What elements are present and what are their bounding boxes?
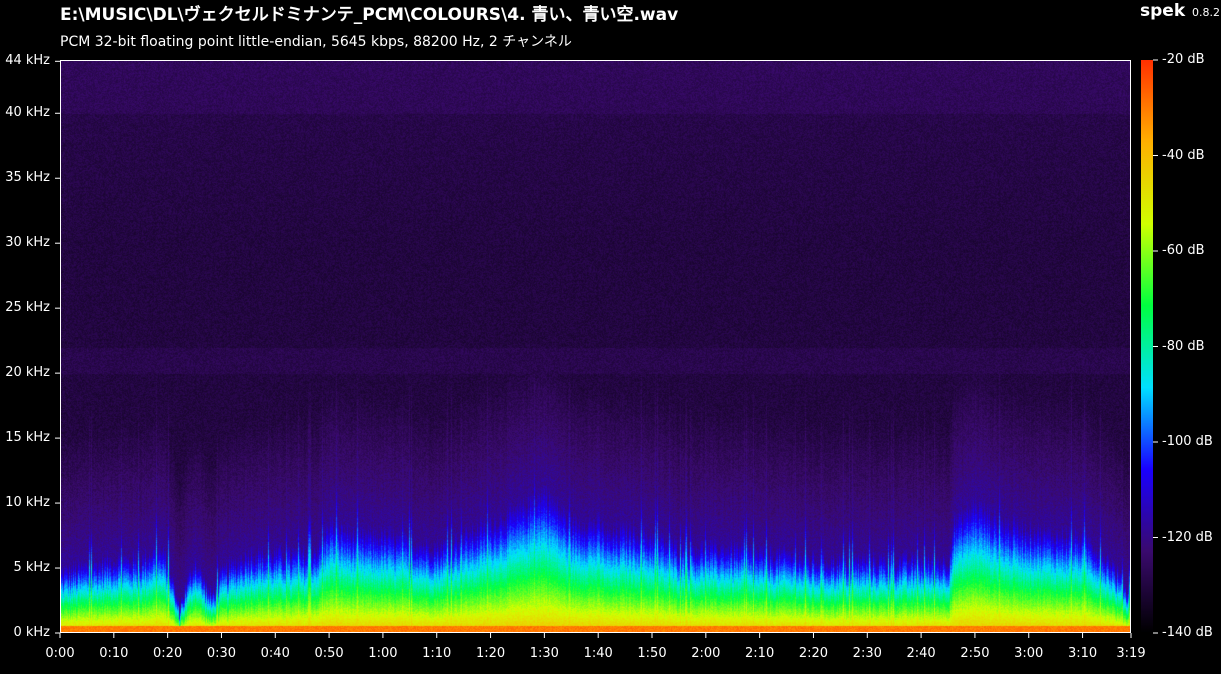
y-tick-label: 25 kHz bbox=[5, 300, 50, 316]
y-tick-label: 30 kHz bbox=[5, 235, 50, 251]
x-tick-label: 0:30 bbox=[206, 646, 237, 661]
x-tick-label: 1:30 bbox=[529, 646, 559, 661]
x-tick-label: 2:30 bbox=[852, 646, 882, 661]
colorbar-tick-label: -100 dB bbox=[1162, 434, 1213, 449]
x-tick-label: 3:00 bbox=[1014, 646, 1044, 661]
x-tick-label: 1:00 bbox=[368, 646, 398, 661]
y-tick-label: 15 kHz bbox=[5, 430, 50, 446]
x-tick-label: 0:00 bbox=[45, 646, 75, 661]
x-tick-label: 3:10 bbox=[1067, 646, 1098, 661]
x-tick-label: 0:40 bbox=[260, 646, 290, 661]
x-tick-label: 1:40 bbox=[583, 646, 613, 661]
y-tick-label: 35 kHz bbox=[5, 170, 50, 186]
colorbar-tick-label: -40 dB bbox=[1162, 147, 1205, 163]
x-tick-label: 2:20 bbox=[798, 646, 829, 661]
y-tick-label: 40 kHz bbox=[5, 105, 50, 121]
x-tick-label: 2:50 bbox=[960, 646, 990, 661]
x-tick-label: 3:19 bbox=[1116, 646, 1146, 661]
x-tick-label: 0:10 bbox=[99, 646, 129, 661]
x-tick-label: 1:50 bbox=[637, 646, 667, 661]
colorbar-tick-label: -120 dB bbox=[1162, 529, 1213, 545]
y-tick-label: 20 kHz bbox=[5, 365, 50, 381]
y-tick-label: 0 kHz bbox=[13, 625, 50, 640]
x-tick-label: 2:00 bbox=[691, 646, 721, 661]
x-tick-label: 1:20 bbox=[475, 646, 506, 661]
colorbar-tick-label: -140 dB bbox=[1162, 625, 1213, 640]
x-tick-label: 2:40 bbox=[906, 646, 936, 661]
axis-ticks bbox=[55, 59, 1158, 638]
y-tick-label: 5 kHz bbox=[13, 560, 50, 576]
x-tick-label: 0:20 bbox=[153, 646, 183, 661]
x-tick-label: 1:10 bbox=[422, 646, 452, 661]
y-tick-label: 44 kHz bbox=[5, 53, 50, 69]
x-tick-label: 0:50 bbox=[314, 646, 344, 661]
colorbar-tick-label: -60 dB bbox=[1162, 243, 1205, 258]
colorbar-tick-label: -20 dB bbox=[1162, 52, 1205, 67]
x-tick-label: 2:10 bbox=[745, 646, 775, 661]
colorbar-tick-label: -80 dB bbox=[1162, 338, 1205, 354]
y-tick-label: 10 kHz bbox=[5, 495, 50, 511]
